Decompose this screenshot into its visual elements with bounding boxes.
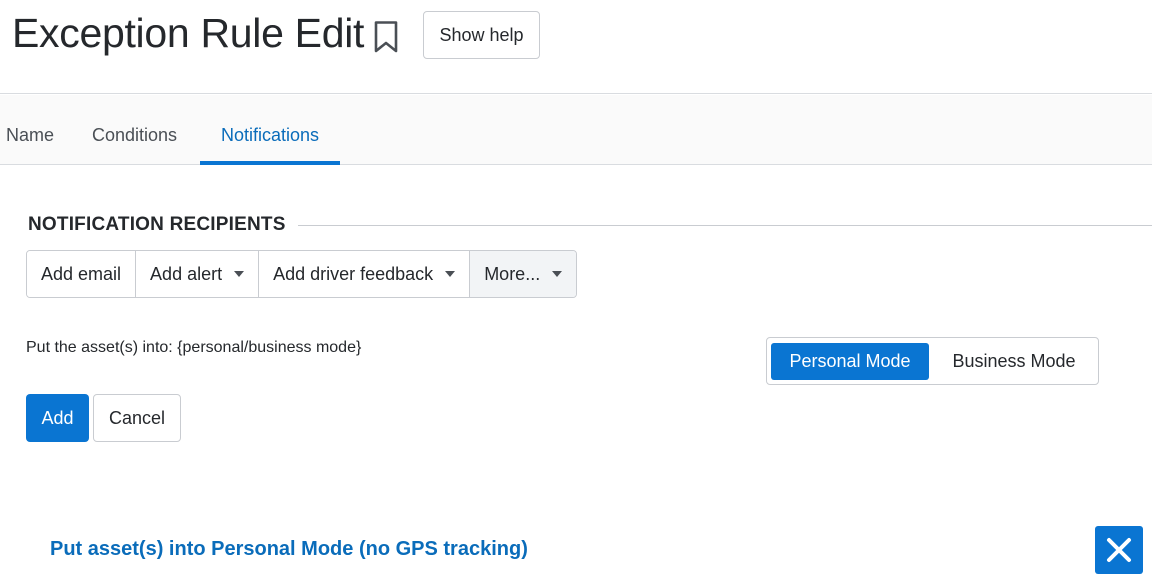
add-alert-button[interactable]: Add alert xyxy=(136,251,260,297)
caret-down-icon xyxy=(445,271,456,277)
notification-item-link[interactable]: Put asset(s) into Personal Mode (no GPS … xyxy=(50,538,528,561)
caret-down-icon xyxy=(234,271,245,277)
personal-mode-option[interactable]: Personal Mode xyxy=(771,343,929,380)
mode-toggle: Personal Mode Business Mode xyxy=(766,337,1099,385)
notification-recipients-heading: NOTIFICATION RECIPIENTS xyxy=(28,214,286,235)
add-button[interactable]: Add xyxy=(26,394,89,442)
business-mode-option[interactable]: Business Mode xyxy=(933,343,1095,380)
tab-notifications[interactable]: Notifications xyxy=(200,95,340,165)
cancel-button[interactable]: Cancel xyxy=(93,394,181,442)
page-header: Exception Rule Edit Show help xyxy=(0,0,1152,94)
more-label: More... xyxy=(484,263,541,284)
close-icon xyxy=(1107,538,1131,562)
mode-instruction-text: Put the asset(s) into: {personal/busines… xyxy=(26,339,362,356)
tab-bar: Name Conditions Notifications xyxy=(0,95,1152,165)
bookmark-icon[interactable] xyxy=(371,20,401,54)
caret-down-icon xyxy=(552,271,563,277)
remove-notification-button[interactable] xyxy=(1095,526,1143,574)
more-button[interactable]: More... xyxy=(470,251,577,297)
add-driver-feedback-label: Add driver feedback xyxy=(273,263,434,284)
show-help-button[interactable]: Show help xyxy=(423,11,540,59)
tab-conditions[interactable]: Conditions xyxy=(92,95,177,165)
add-driver-feedback-button[interactable]: Add driver feedback xyxy=(259,251,471,297)
add-email-label: Add email xyxy=(41,263,122,284)
page-title: Exception Rule Edit xyxy=(12,10,365,56)
add-alert-label: Add alert xyxy=(150,263,223,284)
tab-name[interactable]: Name xyxy=(6,95,54,165)
recipient-button-group: Add email Add alert Add driver feedback … xyxy=(26,250,578,298)
add-email-button[interactable]: Add email xyxy=(27,251,137,297)
section-divider xyxy=(298,225,1152,226)
